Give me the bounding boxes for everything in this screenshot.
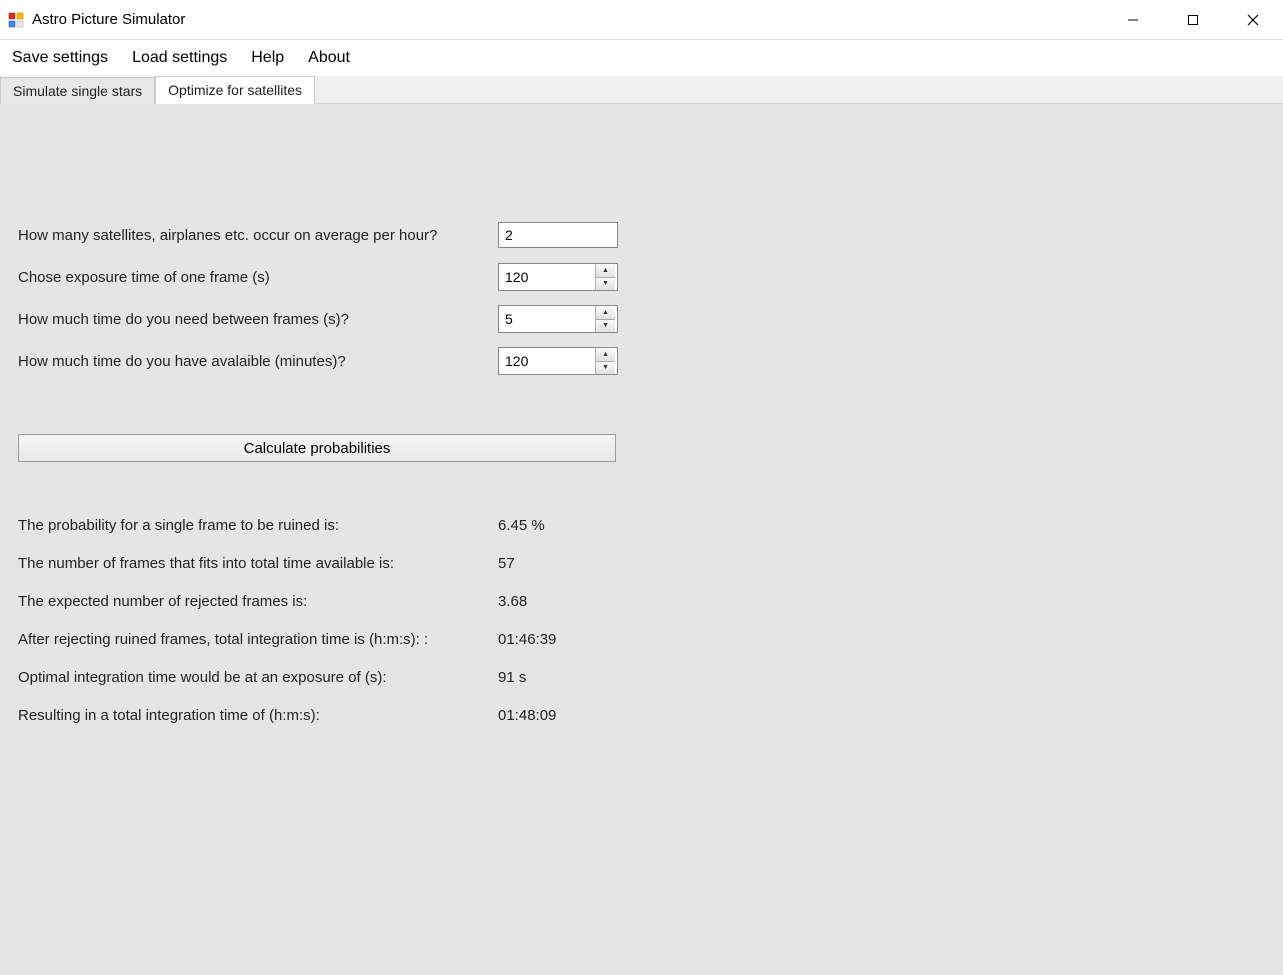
spin-down-between[interactable]: ▼ [596,320,615,333]
content-panel: How many satellites, airplanes etc. occu… [0,104,1283,975]
value-frames: 57 [498,555,515,572]
input-between[interactable] [499,306,595,332]
spin-exposure: ▲ ▼ [595,264,615,290]
spin-available: ▲ ▼ [595,348,615,374]
spin-up-available[interactable]: ▲ [596,348,615,362]
label-integration: After rejecting ruined frames, total int… [18,631,498,648]
label-occurrences: How many satellites, airplanes etc. occu… [18,227,498,244]
numeric-exposure: ▲ ▼ [498,263,618,291]
input-available[interactable] [499,348,595,374]
menu-load-settings[interactable]: Load settings [132,49,227,67]
calculate-button[interactable]: Calculate probabilities [18,434,616,462]
row-between: How much time do you need between frames… [18,298,1283,340]
spin-between: ▲ ▼ [595,306,615,332]
label-optimal: Optimal integration time would be at an … [18,669,498,686]
tab-simulate-single-stars[interactable]: Simulate single stars [0,77,155,104]
menu-save-settings[interactable]: Save settings [12,49,108,67]
result-optimal: Optimal integration time would be at an … [18,658,1283,696]
menu-help[interactable]: Help [251,49,284,67]
row-exposure: Chose exposure time of one frame (s) ▲ ▼ [18,256,1283,298]
input-exposure[interactable] [499,264,595,290]
menu-about[interactable]: About [308,49,350,67]
tab-optimize-for-satellites[interactable]: Optimize for satellites [155,76,315,104]
value-optimal: 91 s [498,669,526,686]
result-rejected: The expected number of rejected frames i… [18,582,1283,620]
value-rejected: 3.68 [498,593,527,610]
maximize-button[interactable] [1163,0,1223,40]
label-probability: The probability for a single frame to be… [18,517,498,534]
window-title: Astro Picture Simulator [32,11,185,28]
result-probability: The probability for a single frame to be… [18,506,1283,544]
spin-up-between[interactable]: ▲ [596,306,615,320]
app-icon [8,12,24,28]
input-occurrences[interactable] [498,222,618,248]
label-total: Resulting in a total integration time of… [18,707,498,724]
spin-down-available[interactable]: ▼ [596,362,615,375]
window-controls [1103,0,1283,39]
label-rejected: The expected number of rejected frames i… [18,593,498,610]
label-exposure: Chose exposure time of one frame (s) [18,269,498,286]
row-available: How much time do you have avalaible (min… [18,340,1283,382]
spin-up-exposure[interactable]: ▲ [596,264,615,278]
label-available: How much time do you have avalaible (min… [18,353,498,370]
minimize-button[interactable] [1103,0,1163,40]
label-frames: The number of frames that fits into tota… [18,555,498,572]
results-section: The probability for a single frame to be… [18,506,1283,734]
numeric-available: ▲ ▼ [498,347,618,375]
label-between: How much time do you need between frames… [18,311,498,328]
close-button[interactable] [1223,0,1283,40]
spin-down-exposure[interactable]: ▼ [596,278,615,291]
numeric-between: ▲ ▼ [498,305,618,333]
value-probability: 6.45 % [498,517,545,534]
value-integration: 01:46:39 [498,631,556,648]
result-integration: After rejecting ruined frames, total int… [18,620,1283,658]
menubar: Save settings Load settings Help About [0,40,1283,76]
result-frames: The number of frames that fits into tota… [18,544,1283,582]
result-total: Resulting in a total integration time of… [18,696,1283,734]
row-occurrences: How many satellites, airplanes etc. occu… [18,214,1283,256]
titlebar: Astro Picture Simulator [0,0,1283,40]
value-total: 01:48:09 [498,707,556,724]
tabstrip: Simulate single stars Optimize for satel… [0,76,1283,104]
